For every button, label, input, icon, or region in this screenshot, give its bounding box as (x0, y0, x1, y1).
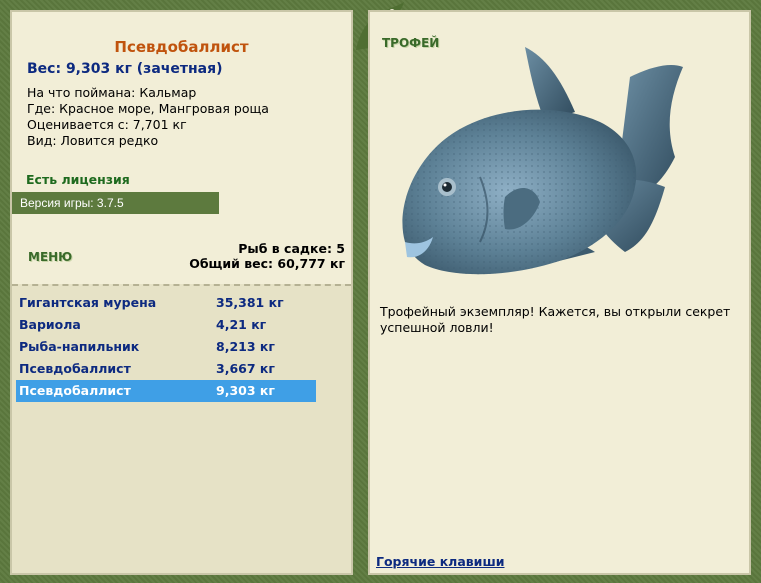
catch-row[interactable]: Рыба-напильник 8,213 кг (16, 336, 316, 358)
catch-list: Гигантская мурена 35,381 кг Вариола 4,21 кг… (16, 292, 316, 402)
catch-name: Псевдобаллист (19, 383, 131, 398)
catch-row[interactable]: Гигантская мурена 35,381 кг (16, 292, 316, 314)
fish-weight: Вес: 9,303 кг (зачетная) (27, 61, 223, 77)
catch-weight: 3,667 кг (216, 361, 275, 376)
trophy-panel: ТРОФЕЙ Трофейный экземпляр! Кажется, вы … (368, 10, 751, 575)
catch-row[interactable]: Псевдобаллист 9,303 кг (16, 380, 316, 402)
license-status: Есть лицензия (26, 172, 130, 187)
catch-weight: 9,303 кг (216, 383, 275, 398)
fish-title: Псевдобаллист (114, 38, 249, 56)
fish-kind: Вид: Ловится редко (27, 133, 159, 148)
fish-info-panel: Псевдобаллист Вес: 9,303 кг (зачетная) Н… (10, 10, 353, 575)
version-bar: Версия игры: 3.7.5 (12, 192, 219, 214)
catch-name: Гигантская мурена (19, 295, 157, 310)
trophy-message: Трофейный экземпляр! Кажется, вы открыли… (380, 304, 731, 335)
fish-location: Где: Красное море, Мангровая роща (27, 101, 269, 116)
total-weight: Общий вес: 60,777 кг (189, 256, 345, 271)
catch-name: Рыба-напильник (19, 339, 140, 354)
hotkeys-link[interactable]: Горячие клавиши (376, 554, 504, 569)
triggerfish-image (402, 47, 683, 275)
fish-in-net-count: Рыб в садке: 5 (238, 241, 345, 256)
catch-weight: 35,381 кг (216, 295, 284, 310)
fish-value: Оценивается с: 7,701 кг (27, 117, 187, 132)
catch-row[interactable]: Вариола 4,21 кг (16, 314, 316, 336)
catch-name: Вариола (19, 317, 81, 332)
catch-weight: 4,21 кг (216, 317, 267, 332)
catch-weight: 8,213 кг (216, 339, 275, 354)
fish-bait: На что поймана: Кальмар (27, 85, 197, 100)
catch-row[interactable]: Псевдобаллист 3,667 кг (16, 358, 316, 380)
catch-name: Псевдобаллист (19, 361, 131, 376)
menu-button[interactable]: МЕНЮ (28, 250, 72, 264)
